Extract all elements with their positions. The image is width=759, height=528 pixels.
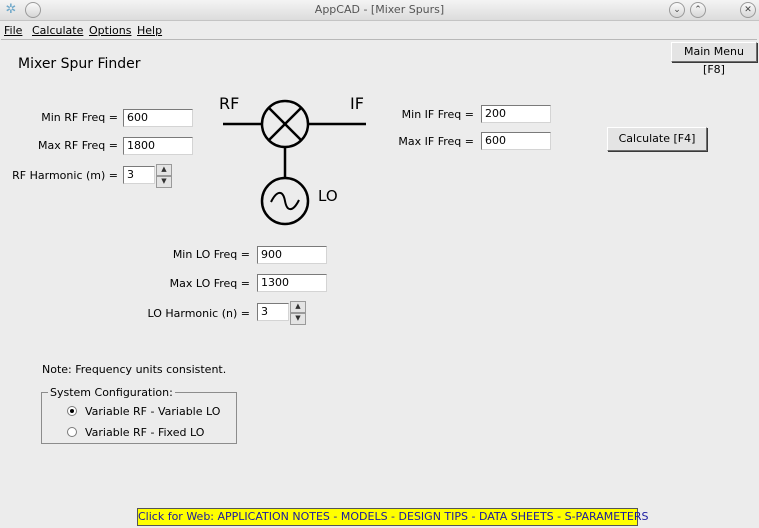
spin-down-icon[interactable]: ▼ bbox=[156, 176, 172, 188]
menu-help[interactable]: Help bbox=[137, 24, 162, 37]
window-title: AppCAD - [Mixer Spurs] bbox=[314, 3, 445, 16]
rf-harmonic-label: RF Harmonic (m) = bbox=[12, 169, 118, 182]
menu-bar: File Calculate Options Help bbox=[0, 21, 759, 39]
spin-up-icon[interactable]: ▲ bbox=[290, 301, 306, 313]
min-if-input[interactable]: 200 bbox=[481, 105, 551, 123]
lo-harmonic-input[interactable]: 3 bbox=[257, 303, 289, 321]
min-rf-input[interactable]: 600 bbox=[123, 109, 193, 127]
radio-variable-lo[interactable] bbox=[67, 406, 77, 416]
menu-options[interactable]: Options bbox=[89, 24, 131, 37]
web-resources-link[interactable]: Click for Web: APPLICATION NOTES - MODEL… bbox=[137, 508, 648, 526]
main-menu-button[interactable]: Main Menu [F8] bbox=[671, 42, 757, 76]
menu-calculate[interactable]: Calculate bbox=[32, 24, 83, 37]
menu-file[interactable]: File bbox=[4, 24, 22, 37]
minimize-icon[interactable]: ⌄ bbox=[669, 2, 685, 18]
note-text: Note: Frequency units consistent. bbox=[42, 363, 227, 376]
close-icon[interactable]: ✕ bbox=[740, 2, 756, 18]
system-config-legend: System Configuration: bbox=[48, 386, 175, 399]
calculate-button[interactable]: Calculate [F4] bbox=[607, 127, 707, 151]
lo-harmonic-spinner[interactable]: ▲ ▼ bbox=[290, 301, 306, 325]
max-if-input[interactable]: 600 bbox=[481, 132, 551, 150]
rf-harmonic-spinner[interactable]: ▲ ▼ bbox=[156, 164, 172, 188]
maximize-icon[interactable]: ⌃ bbox=[690, 2, 706, 18]
page-title: Mixer Spur Finder bbox=[18, 56, 141, 72]
diagram-if-label: IF bbox=[350, 94, 364, 113]
lo-harmonic-label: LO Harmonic (n) = bbox=[147, 307, 250, 320]
radio-variable-lo-label[interactable]: Variable RF - Variable LO bbox=[85, 405, 220, 418]
max-lo-input[interactable]: 1300 bbox=[257, 274, 327, 292]
spin-up-icon[interactable]: ▲ bbox=[156, 164, 172, 176]
spin-down-icon[interactable]: ▼ bbox=[290, 313, 306, 325]
window-titlebar: ✲ AppCAD - [Mixer Spurs] ⌄ ⌃ ✕ bbox=[0, 0, 759, 21]
radio-fixed-lo[interactable] bbox=[67, 427, 77, 437]
diagram-lo-label: LO bbox=[318, 187, 338, 205]
max-if-label: Max IF Freq = bbox=[398, 135, 474, 148]
diagram-rf-label: RF bbox=[219, 94, 240, 113]
max-rf-input[interactable]: 1800 bbox=[123, 137, 193, 155]
min-rf-label: Min RF Freq = bbox=[41, 111, 118, 124]
rf-harmonic-input[interactable]: 3 bbox=[123, 166, 155, 184]
min-if-label: Min IF Freq = bbox=[401, 108, 474, 121]
max-rf-label: Max RF Freq = bbox=[38, 139, 118, 152]
radio-fixed-lo-label[interactable]: Variable RF - Fixed LO bbox=[85, 426, 204, 439]
min-lo-input[interactable]: 900 bbox=[257, 246, 327, 264]
max-lo-label: Max LO Freq = bbox=[169, 277, 250, 290]
min-lo-label: Min LO Freq = bbox=[172, 248, 250, 261]
